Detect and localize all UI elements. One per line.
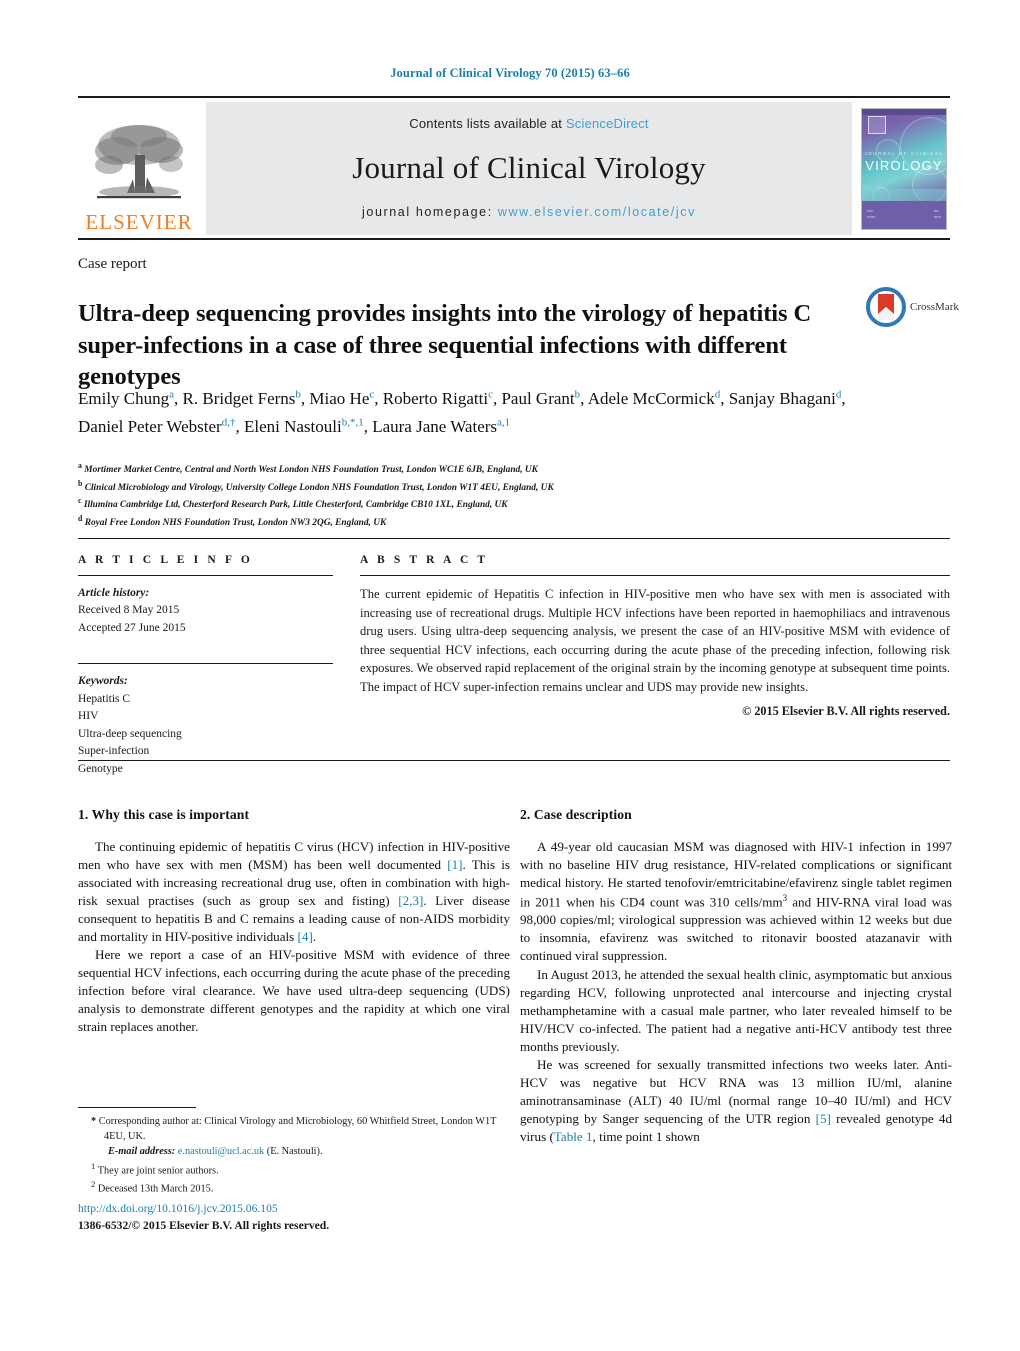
keywords-rule [78, 663, 333, 665]
paragraph: A 49-year old caucasian MSM was diagnose… [520, 838, 952, 964]
article-info-rule [78, 575, 333, 576]
history-accepted: Accepted 27 June 2015 [78, 621, 186, 634]
crossmark-label: CrossMark [910, 301, 959, 313]
running-head: Journal of Clinical Virology 70 (2015) 6… [390, 66, 630, 80]
article-info-heading: A R T I C L E I N F O [78, 554, 253, 566]
footnote-marker: 2 [91, 1179, 96, 1190]
cover-footer-right: ▪▪▪▪ ▪▪▪▪▪▪ [933, 209, 941, 219]
affiliation-marker: d [78, 514, 83, 524]
affiliation-list: a Mortimer Market Centre, Central and No… [78, 460, 878, 531]
affiliation-item: c Illumina Cambridge Ltd, Chesterford Re… [78, 495, 878, 513]
abstract-copyright: © 2015 Elsevier B.V. All rights reserved… [742, 704, 950, 718]
footnote-rule [78, 1107, 196, 1108]
paragraph: He was screened for sexually transmitted… [520, 1056, 952, 1145]
info-bottom-rule [78, 760, 950, 761]
email-suffix: (E. Nastouli). [266, 1146, 323, 1158]
page-title: Ultra-deep sequencing provides insights … [78, 300, 812, 390]
crossmark-badge[interactable]: CrossMark [866, 286, 962, 328]
section-heading-2: 2. Case description [520, 807, 632, 822]
paragraph: Here we report a case of an HIV-positive… [78, 947, 510, 1035]
paragraph: In August 2013, he attended the sexual h… [520, 966, 952, 1054]
crossmark-icon [866, 287, 906, 327]
masthead-band: Contents lists available at ScienceDirec… [206, 102, 852, 235]
affiliation-item: a Mortimer Market Centre, Central and No… [78, 460, 878, 478]
body-column-left: 1. Why this case is important The contin… [78, 806, 510, 1036]
affiliation-marker: b [78, 478, 83, 488]
abstract-text: The current epidemic of Hepatitis C infe… [360, 587, 950, 694]
contents-prefix: Contents lists available at [409, 116, 566, 131]
abstract-block: A B S T R A C T The current epidemic of … [360, 554, 950, 719]
doi-link[interactable]: http://dx.doi.org/10.1016/j.jcv.2015.06.… [78, 1200, 518, 1217]
document-page: Journal of Clinical Virology 70 (2015) 6… [0, 0, 1020, 1351]
affiliation-item: b Clinical Microbiology and Virology, Un… [78, 478, 878, 496]
footnote-note-2: 2 Deceased 13th March 2015. [78, 1178, 510, 1197]
masthead-bottom-rule [78, 238, 950, 240]
journal-homepage-link[interactable]: www.elsevier.com/locate/jcv [498, 205, 696, 219]
cover-subtitle: JOURNAL OF CLINICAL [864, 150, 944, 156]
elsevier-tree-icon [95, 125, 183, 199]
footnote-marker: 1 [91, 1160, 96, 1171]
affiliation-item: d Royal Free London NHS Foundation Trust… [78, 513, 878, 531]
body-column-right: 2. Case description A 49-year old caucas… [520, 806, 952, 1146]
section-heading-1: 1. Why this case is important [78, 807, 250, 822]
footnote-note-1: 1 They are joint senior authors. [78, 1160, 510, 1179]
abstract-heading: A B S T R A C T [360, 554, 489, 566]
homepage-prefix: journal homepage: [362, 205, 498, 219]
elsevier-logo: ELSEVIER [78, 102, 200, 235]
affiliation-text: Illumina Cambridge Ltd, Chesterford Rese… [83, 500, 508, 511]
info-top-rule [78, 538, 950, 539]
history-received: Received 8 May 2015 [78, 604, 180, 617]
keywords-label: Keywords: [78, 675, 128, 688]
keyword-item: Ultra-deep sequencing [78, 727, 182, 740]
paragraph: The continuing epidemic of hepatitis C v… [78, 838, 510, 945]
email-label: E-mail address: [108, 1146, 176, 1158]
journal-homepage-line: journal homepage: www.elsevier.com/locat… [362, 205, 696, 219]
footnote-text: They are joint senior authors. [97, 1165, 219, 1177]
issn-copyright-line: 1386-6532/© 2015 Elsevier B.V. All right… [78, 1219, 330, 1233]
keyword-item: Super-infection [78, 745, 150, 758]
doi-block: http://dx.doi.org/10.1016/j.jcv.2015.06.… [78, 1200, 518, 1235]
journal-cover-thumbnail: JOURNAL OF CLINICAL VIROLOGY ▪▪▪▪▪ ▪▪▪▪▪▪… [858, 102, 950, 235]
sciencedirect-link[interactable]: ScienceDirect [566, 116, 649, 131]
affiliation-text: Royal Free London NHS Foundation Trust, … [84, 518, 387, 529]
keyword-item: HIV [78, 710, 99, 723]
author-list: Emily Chunga, R. Bridget Fernsb, Miao He… [78, 388, 846, 436]
article-history: Article history: Received 8 May 2015 Acc… [78, 585, 333, 637]
cover-publisher-icon [868, 115, 886, 134]
keyword-item: Hepatitis C [78, 692, 131, 705]
footnote-corresponding-author: * Corresponding author at: Clinical Viro… [91, 1116, 497, 1143]
footnote-email-line: E-mail address: e.nastouli@ucl.ac.uk (E.… [78, 1144, 510, 1159]
cover-title: VIROLOGY [865, 157, 943, 173]
journal-title: Journal of Clinical Virology [352, 150, 706, 185]
affiliation-marker: a [78, 461, 82, 470]
keywords-block: Keywords: Hepatitis C HIV Ultra-deep seq… [78, 673, 333, 778]
footnote-block: * Corresponding author at: Clinical Viro… [78, 1107, 510, 1197]
affiliation-text: Clinical Microbiology and Virology, Univ… [84, 482, 554, 493]
affiliation-text: Mortimer Market Centre, Central and Nort… [84, 465, 538, 476]
keyword-item: Genotype [78, 762, 123, 775]
cover-footer-left: ▪▪▪▪▪ ▪▪▪▪▪▪▪ [867, 209, 876, 219]
affiliation-marker: c [78, 496, 82, 506]
journal-masthead: ELSEVIER Contents lists available at Sci… [78, 96, 950, 235]
footnote-text: Deceased 13th March 2015. [97, 1183, 214, 1195]
article-info-block: A R T I C L E I N F O Article history: R… [78, 554, 333, 778]
elsevier-wordmark: ELSEVIER [85, 210, 193, 234]
email-link[interactable]: e.nastouli@ucl.ac.uk [178, 1146, 264, 1157]
abstract-rule [360, 575, 950, 576]
article-type-label: Case report [78, 256, 147, 272]
contents-available-line: Contents lists available at ScienceDirec… [409, 116, 648, 131]
article-history-label: Article history: [78, 587, 150, 599]
